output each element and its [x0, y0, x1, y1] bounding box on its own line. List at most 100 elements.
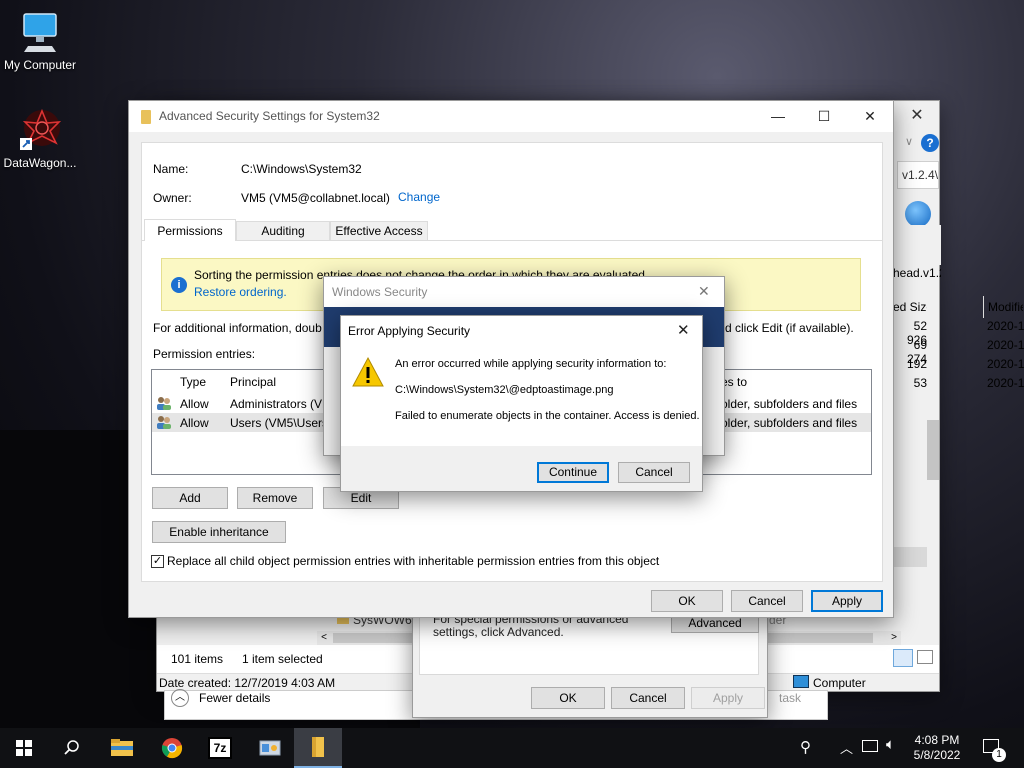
error-dialog-title: Error Applying Security: [348, 324, 471, 338]
error-message-line1: An error occurred while applying securit…: [395, 358, 667, 370]
clock-time: 4:08 PM: [914, 733, 960, 747]
start-button[interactable]: [0, 728, 48, 768]
windows-security-close-button[interactable]: ✕: [698, 283, 710, 300]
file-date: 2020-11: [987, 357, 1024, 371]
column-header-size[interactable]: ed Size: [893, 296, 927, 318]
status-selected: 1 item selected: [242, 652, 323, 666]
owner-label: Owner:: [153, 191, 192, 205]
restore-ordering-link[interactable]: Restore ordering.: [194, 285, 287, 299]
change-owner-link[interactable]: Change: [398, 190, 440, 204]
file-date: 2020-11: [987, 338, 1024, 352]
address-bar[interactable]: v1.2.4\: [897, 161, 939, 189]
windows-logo-icon: [16, 740, 32, 756]
datawagon-icon: [20, 108, 62, 150]
computer-icon: [793, 675, 809, 688]
error-dialog: Error Applying Security ✕ An error occur…: [340, 315, 703, 492]
window-title: Advanced Security Settings for System32: [159, 109, 380, 123]
fewer-details-link[interactable]: Fewer details: [199, 691, 270, 705]
entry-type: Allow: [180, 416, 209, 430]
entry-type: Allow: [180, 397, 209, 411]
file-size: 192: [906, 357, 927, 371]
help-icon[interactable]: ?: [921, 134, 939, 152]
user-avatar-icon[interactable]: [905, 201, 931, 227]
properties-ok-button[interactable]: OK: [531, 687, 605, 709]
continue-button[interactable]: Continue: [537, 462, 609, 483]
file-explorer-icon: [111, 739, 133, 756]
entry-applies-to: older, subfolders and files: [721, 416, 858, 430]
owner-value: VM5 (VM5@collabnet.local): [241, 191, 390, 205]
explorer-scrollbar[interactable]: [927, 225, 939, 665]
entry-principal: Users (VM5\Users): [230, 416, 326, 430]
remove-button[interactable]: Remove: [237, 487, 313, 509]
windows-security-title: Windows Security: [332, 285, 428, 299]
scrollbar-thumb[interactable]: [927, 420, 939, 480]
name-label: Name:: [153, 162, 189, 176]
entry-applies-to: older, subfolders and files: [721, 397, 858, 411]
tab-permissions[interactable]: Permissions: [144, 219, 236, 241]
large-icons-view-icon[interactable]: [917, 650, 933, 664]
clock-date: 5/8/2022: [913, 748, 961, 762]
folder-icon: [141, 110, 151, 124]
desktop-icon-datawagon[interactable]: DataWagon...: [0, 108, 80, 170]
warning-icon: [352, 356, 384, 387]
desktop-icon-label: My Computer: [3, 58, 77, 72]
taskbar-file-explorer[interactable]: [98, 728, 146, 768]
apply-button[interactable]: Apply: [811, 590, 883, 612]
taskbar: 7z ⚲ ︿ 🔈︎ 4:08 PM 5/8/2022 1: [0, 728, 1024, 768]
replace-child-checkbox[interactable]: ✓: [151, 555, 164, 568]
chrome-icon: [161, 738, 183, 759]
search-icon: [64, 740, 79, 755]
explorer-close-button[interactable]: ✕: [895, 101, 939, 131]
task-label: task: [779, 691, 802, 705]
error-message-line2: Failed to enumerate objects in the conta…: [395, 410, 700, 422]
name-value: C:\Windows\System32: [241, 162, 362, 176]
file-dates: 2020-11 2020-11 2020-11 2020-11: [983, 319, 1024, 395]
ok-button[interactable]: OK: [651, 590, 723, 612]
file-size: 53: [913, 376, 927, 390]
desktop-icon-my-computer[interactable]: My Computer: [0, 10, 80, 72]
people-icon[interactable]: ⚲: [800, 738, 811, 756]
add-button[interactable]: Add: [152, 487, 228, 509]
column-header-modified[interactable]: Modifie: [983, 296, 1023, 318]
taskbar-active-explorer[interactable]: [294, 728, 342, 768]
file-list: 52 926 69 274 192 53: [893, 319, 927, 395]
taskbar-control-panel[interactable]: [246, 728, 294, 768]
notification-count-badge: 1: [992, 748, 1006, 762]
column-header-type[interactable]: Type: [180, 375, 206, 389]
control-panel-icon: [259, 740, 281, 756]
details-view-icon[interactable]: [893, 649, 913, 667]
additional-info-text-right: d click Edit (if available).: [725, 321, 854, 335]
title-bar: Advanced Security Settings for System32 …: [129, 101, 893, 132]
location-label: Computer: [813, 676, 866, 690]
scroll-left-icon[interactable]: <: [317, 633, 331, 643]
path-segment: head.v1.2.4\: [893, 266, 941, 280]
additional-info-text: For additional information, doub: [153, 321, 322, 335]
volume-icon[interactable]: 🔈︎: [886, 736, 895, 753]
close-button[interactable]: ✕: [847, 101, 893, 131]
network-icon[interactable]: [862, 740, 878, 752]
maximize-button[interactable]: ☐: [801, 101, 847, 131]
search-button[interactable]: [48, 728, 96, 768]
properties-cancel-button[interactable]: Cancel: [611, 687, 685, 709]
enable-inheritance-button[interactable]: Enable inheritance: [152, 521, 286, 543]
file-date: 2020-11: [987, 376, 1024, 390]
users-icon: [156, 415, 172, 429]
chevron-down-icon[interactable]: ∨: [905, 135, 919, 149]
folder-icon: [312, 737, 324, 757]
tab-effective-access[interactable]: Effective Access: [330, 221, 428, 240]
clock[interactable]: 4:08 PM 5/8/2022: [908, 733, 966, 763]
desktop-icon-label: DataWagon...: [3, 156, 77, 170]
chevron-up-icon[interactable]: ︿: [840, 738, 853, 757]
minimize-button[interactable]: —: [755, 101, 801, 131]
tab-auditing[interactable]: Auditing: [236, 221, 330, 240]
error-dialog-close-button[interactable]: ✕: [677, 321, 690, 339]
column-header-principal[interactable]: Principal: [230, 375, 276, 389]
taskbar-chrome[interactable]: [148, 728, 196, 768]
taskbar-7zip[interactable]: 7z: [196, 728, 244, 768]
properties-apply-button[interactable]: Apply: [691, 687, 765, 709]
error-cancel-button[interactable]: Cancel: [618, 462, 690, 483]
scroll-right-icon[interactable]: >: [887, 633, 901, 643]
error-path: C:\Windows\System32\@edptoastimage.png: [395, 384, 614, 396]
chevron-up-icon[interactable]: ︿: [171, 689, 189, 707]
cancel-button[interactable]: Cancel: [731, 590, 803, 612]
